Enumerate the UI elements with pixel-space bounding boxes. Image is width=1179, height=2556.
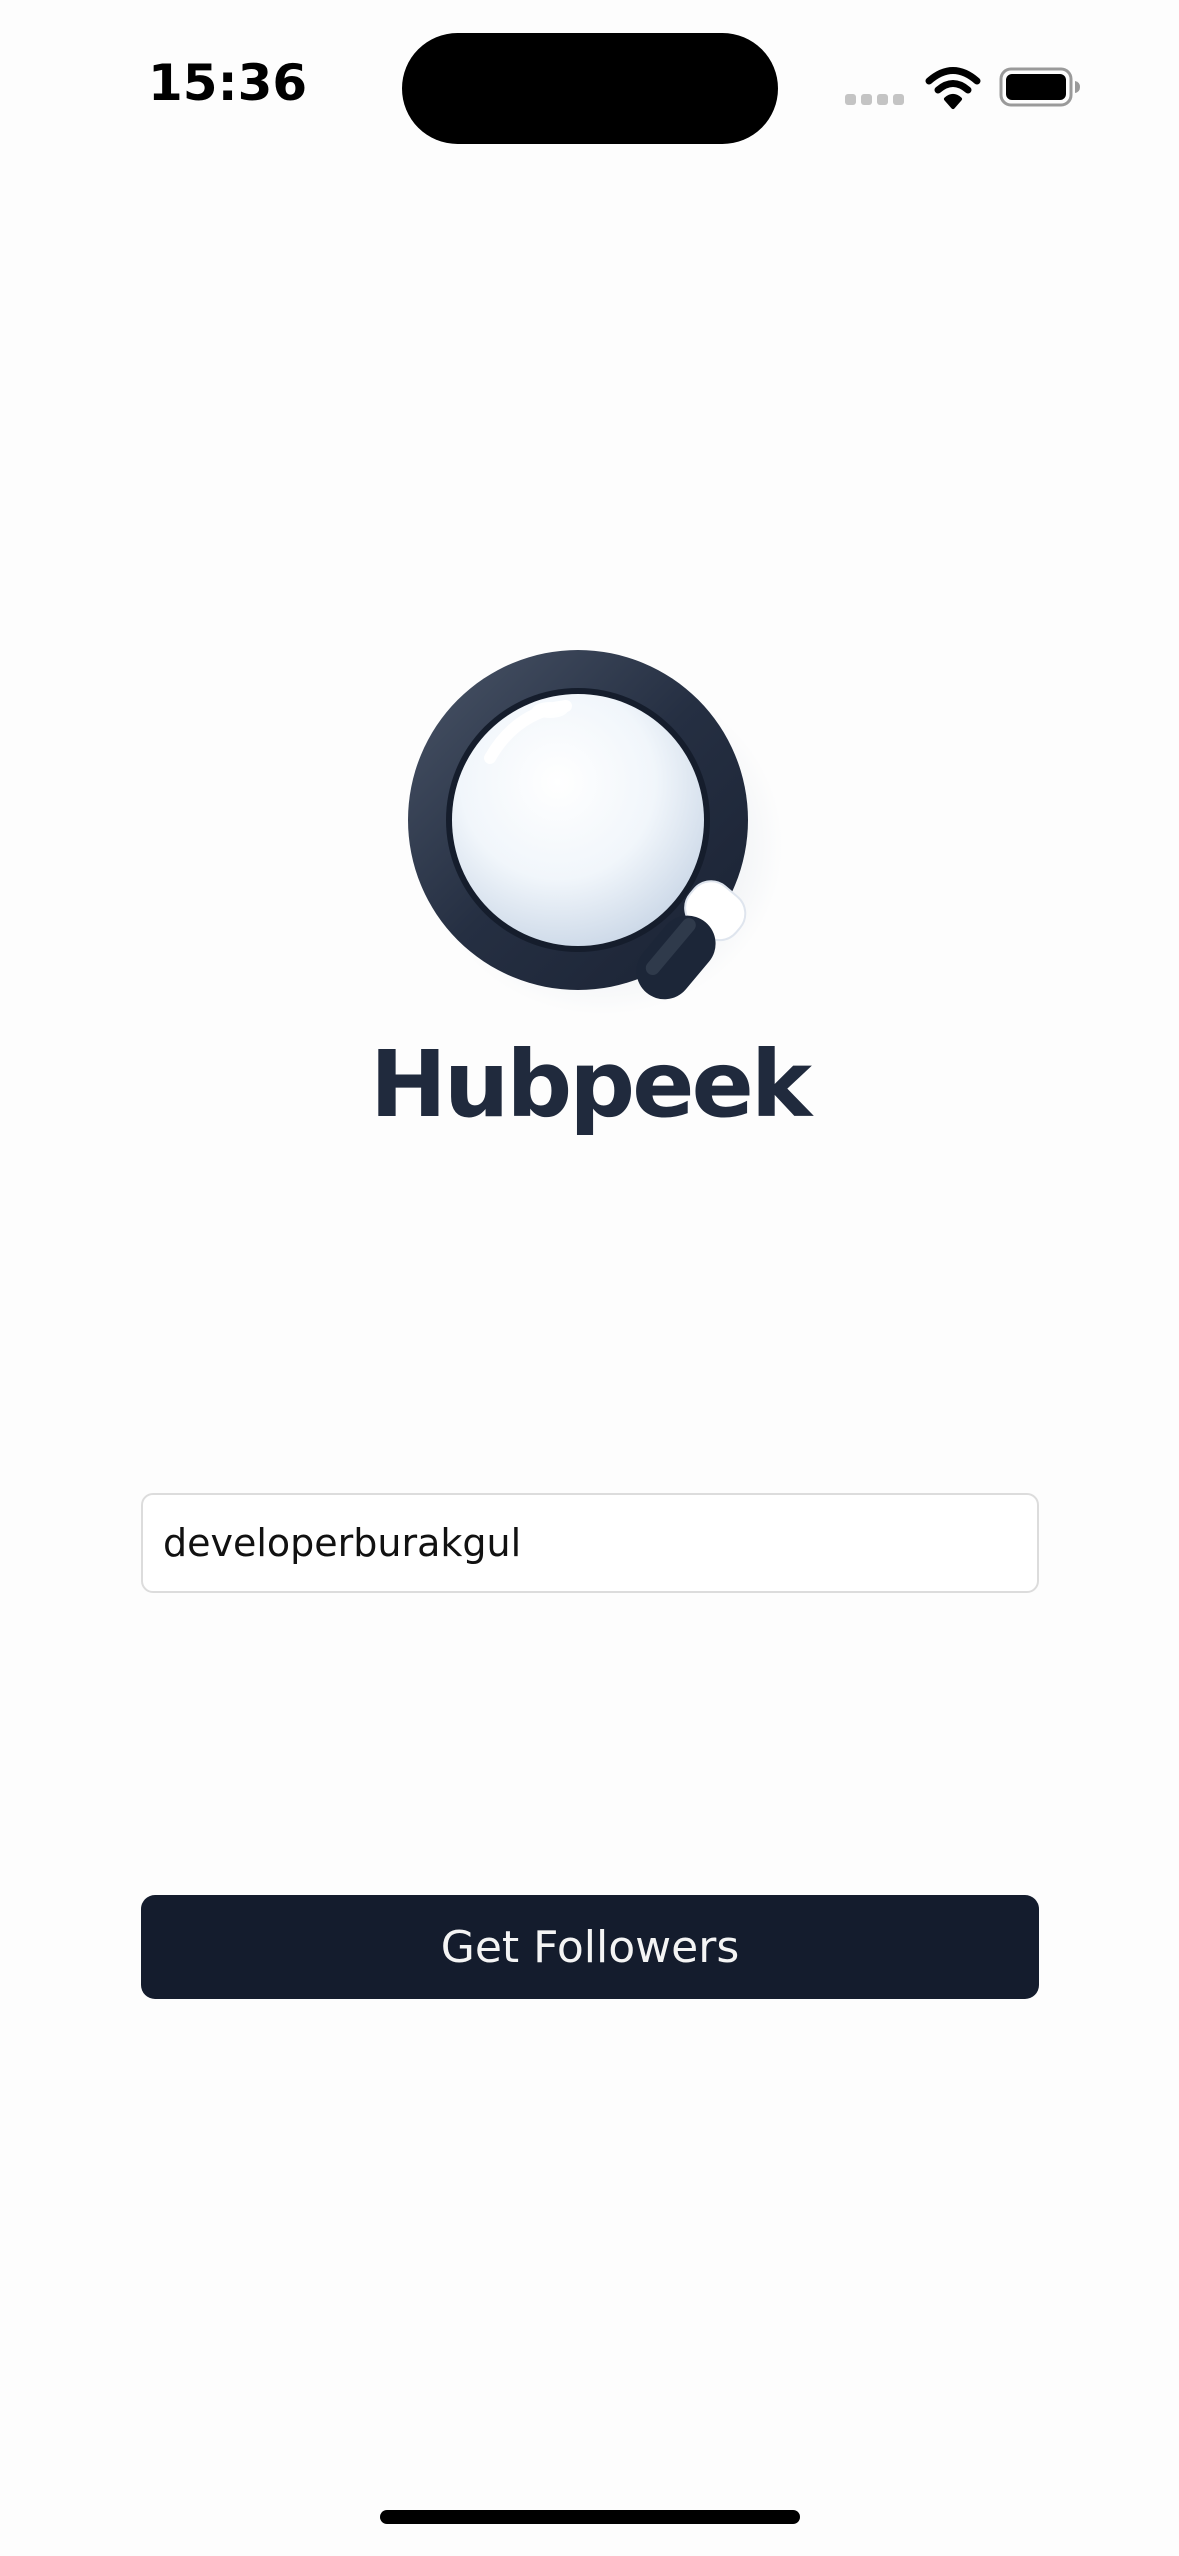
username-input[interactable] — [141, 1493, 1039, 1593]
dynamic-island — [402, 33, 778, 144]
cellular-signal-icon — [845, 94, 905, 106]
home-indicator[interactable] — [380, 2510, 800, 2524]
get-followers-button[interactable]: Get Followers — [141, 1895, 1039, 1999]
status-time: 15:36 — [148, 54, 308, 112]
magnifying-glass-icon — [408, 650, 783, 1015]
battery-icon — [999, 67, 1080, 107]
status-bar: 15:36 — [0, 0, 1179, 170]
wifi-icon — [925, 67, 981, 109]
brand-name: Hubpeek — [369, 1031, 812, 1138]
